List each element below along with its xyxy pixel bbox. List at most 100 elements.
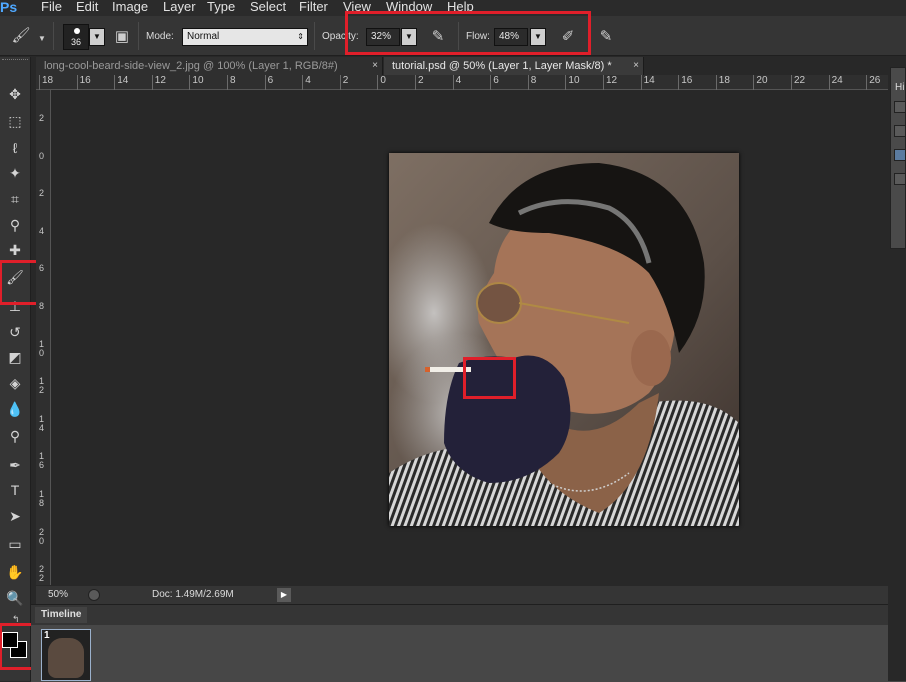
- ruler-label: 4: [305, 75, 311, 86]
- ruler-label: 2: [418, 75, 424, 86]
- timeline-tab[interactable]: Timeline: [35, 607, 88, 623]
- move-tool-icon[interactable]: ✥: [3, 82, 27, 106]
- paint-bucket-tool-icon[interactable]: ◈: [3, 371, 27, 395]
- brush-size-dropdown-arrow[interactable]: ▼: [89, 28, 105, 46]
- ruler-label: 1 6: [39, 451, 45, 471]
- menu-type[interactable]: Type: [207, 0, 235, 16]
- timeline-body: 1: [31, 625, 906, 682]
- panel-slot[interactable]: [894, 173, 906, 185]
- highlight-brush-tool: [0, 260, 41, 305]
- ruler-tick: [264, 75, 266, 90]
- highlight-opacity-flow: [345, 11, 591, 55]
- ruler-label: 6: [267, 75, 274, 86]
- ruler-label: 0: [380, 75, 386, 86]
- ruler-tick: [415, 75, 416, 90]
- ruler-label: 14: [643, 75, 655, 86]
- ruler-label: 6: [493, 75, 499, 86]
- panel-slot[interactable]: [894, 101, 906, 113]
- brush-size-picker[interactable]: 36: [63, 24, 89, 50]
- ruler-tick: [527, 75, 529, 90]
- marquee-tool-icon[interactable]: ⬚: [3, 109, 27, 133]
- ruler-tick: [189, 75, 191, 90]
- tab-label: tutorial.psd @ 50% (Layer 1, Layer Mask/…: [392, 60, 612, 72]
- close-icon[interactable]: ×: [372, 57, 378, 75]
- menu-image[interactable]: Image: [112, 0, 148, 16]
- dodge-tool-icon[interactable]: ⚲: [3, 424, 27, 448]
- ruler-label: 16: [681, 75, 693, 86]
- menu-layer[interactable]: Layer: [163, 0, 196, 16]
- eyedropper-tool-icon[interactable]: ⚲: [3, 213, 27, 237]
- ruler-label: 6: [39, 263, 45, 274]
- quick-selection-tool-icon[interactable]: ✦: [3, 161, 27, 185]
- menu-edit[interactable]: Edit: [76, 0, 98, 16]
- panel-slot[interactable]: [894, 125, 906, 137]
- ruler-label: 26: [869, 75, 881, 86]
- ruler-tick: [227, 75, 228, 90]
- status-bar: 50% Doc: 1.49M/2.69M ▶: [36, 586, 888, 604]
- ruler-label: 8: [230, 75, 236, 86]
- panel-grip[interactable]: [2, 59, 28, 63]
- ruler-label: 18: [42, 75, 54, 86]
- path-selection-tool-icon[interactable]: ➤: [3, 504, 27, 528]
- panel-slot-active[interactable]: [894, 149, 906, 161]
- menu-select[interactable]: Select: [250, 0, 286, 16]
- ruler-tick: [39, 75, 40, 90]
- crop-tool-icon[interactable]: ⌗: [3, 187, 27, 211]
- ruler-label: 2: [39, 188, 45, 199]
- ruler-tick: [302, 75, 304, 90]
- status-menu-arrow-icon[interactable]: ▶: [277, 588, 291, 602]
- mode-select[interactable]: Normal ⇕: [182, 28, 308, 46]
- ruler-tick: [678, 75, 680, 90]
- zoom-tool-icon[interactable]: 🔍: [3, 586, 27, 610]
- document-image: [389, 153, 739, 526]
- ruler-tick: [339, 75, 341, 90]
- close-icon[interactable]: ×: [633, 57, 639, 75]
- timeline-panel: Timeline 1: [31, 604, 906, 682]
- menu-file[interactable]: File: [41, 0, 62, 16]
- ruler-label: 2: [342, 75, 349, 86]
- pressure-size-icon[interactable]: ✎: [595, 26, 617, 48]
- options-bar: 🖌 ▼ 36 ▼ ▣ Mode: Normal ⇕ Opacity: 32% ▼…: [0, 11, 906, 56]
- ruler-label: 10: [192, 75, 204, 86]
- ruler-tick: [828, 75, 830, 90]
- ruler-tick: [377, 75, 379, 90]
- brush-panel-toggle-icon[interactable]: ▣: [111, 26, 133, 48]
- rectangle-tool-icon[interactable]: ▭: [3, 532, 27, 556]
- pen-tool-icon[interactable]: ✒: [3, 453, 27, 477]
- brush-tip-icon: [74, 28, 80, 34]
- tab-tutorial[interactable]: tutorial.psd @ 50% (Layer 1, Layer Mask/…: [384, 57, 644, 75]
- tab-long-cool-beard[interactable]: long-cool-beard-side-view_2.jpg @ 100% (…: [36, 57, 383, 75]
- eraser-tool-icon[interactable]: ◩: [3, 345, 27, 369]
- blur-tool-icon[interactable]: 💧: [3, 397, 27, 421]
- ruler-tick: [640, 75, 642, 90]
- ruler-tick: [114, 75, 116, 90]
- ruler-label: 1 4: [39, 413, 45, 433]
- ruler-label: 16: [79, 75, 91, 86]
- ruler-label: 8: [530, 75, 537, 86]
- type-tool-icon[interactable]: T: [3, 478, 27, 502]
- healing-brush-tool-icon[interactable]: ✚: [3, 238, 27, 262]
- zoom-level[interactable]: 50%: [48, 586, 68, 604]
- updown-arrow-icon: ⇕: [297, 32, 304, 41]
- doc-size: Doc: 1.49M/2.69M: [152, 589, 234, 600]
- hand-tool-icon[interactable]: ✋: [3, 560, 27, 584]
- menu-filter[interactable]: Filter: [299, 0, 328, 16]
- ruler-tick: [76, 75, 78, 90]
- brush-preset-icon[interactable]: 🖌: [10, 25, 32, 47]
- ruler-label: 12: [154, 75, 166, 86]
- mode-value: Normal: [187, 31, 220, 42]
- lasso-tool-icon[interactable]: ℓ: [3, 136, 27, 160]
- ruler-label: 22: [794, 75, 806, 86]
- ruler-tick: [603, 75, 604, 90]
- chevron-down-icon[interactable]: ▼: [38, 34, 46, 43]
- tab-label: long-cool-beard-side-view_2.jpg @ 100% (…: [44, 60, 338, 72]
- ruler-tick: [490, 75, 492, 90]
- share-icon[interactable]: [88, 589, 100, 601]
- tools-panel: ✥ ⬚ ℓ ✦ ⌗ ⚲ ✚ 🖌 ⊥ ↺ ◩ ◈ 💧 ⚲ ✒ T ➤ ▭ ✋ 🔍 …: [0, 57, 41, 681]
- history-brush-tool-icon[interactable]: ↺: [3, 320, 27, 344]
- brush-size-value: 36: [71, 37, 82, 47]
- ruler-label: 1 8: [39, 489, 45, 508]
- ruler-tick: [866, 75, 868, 90]
- highlight-mouth-area: [463, 357, 516, 399]
- animation-frame[interactable]: 1: [41, 629, 91, 681]
